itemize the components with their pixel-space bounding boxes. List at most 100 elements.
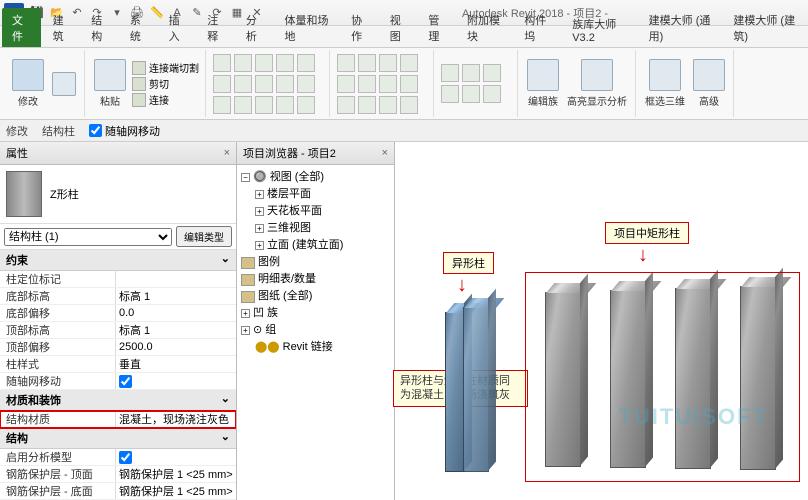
tab-struct[interactable]: 结构: [81, 8, 120, 47]
select-button[interactable]: [50, 70, 78, 98]
base-level-input[interactable]: [119, 288, 233, 304]
tree-views[interactable]: −🔘视图 (全部): [241, 169, 390, 186]
optbar-structcol[interactable]: 结构柱: [42, 123, 75, 139]
tree-groups[interactable]: +⊙组: [241, 322, 390, 339]
close-icon[interactable]: ×: [382, 147, 388, 159]
cut-button[interactable]: 剪切: [132, 76, 199, 91]
base-offset-input[interactable]: [119, 305, 233, 321]
tool-icon[interactable]: [337, 54, 355, 72]
tab-comp[interactable]: 构件坞: [514, 8, 562, 47]
column-rect[interactable]: [675, 288, 711, 469]
join-button[interactable]: 连接: [132, 92, 199, 107]
tool-icon[interactable]: [358, 96, 376, 114]
struct-mat-input[interactable]: [119, 411, 233, 427]
top-level-input[interactable]: [119, 322, 233, 338]
properties-body[interactable]: 约束⌄ 柱定位标记 底部标高 底部偏移 顶部标高 顶部偏移 柱样式 随轴网移动 …: [0, 250, 236, 500]
modify-button[interactable]: 修改: [10, 57, 46, 110]
tab-annot[interactable]: 注释: [197, 8, 236, 47]
tool-icon[interactable]: [400, 96, 418, 114]
move-with-grid-checkbox[interactable]: [89, 124, 102, 137]
tree-sheets[interactable]: 图纸 (全部): [241, 288, 390, 305]
edit-family-button[interactable]: 编辑族: [525, 57, 561, 110]
tree-sched[interactable]: 明细表/数量: [241, 271, 390, 288]
tool-icon[interactable]: [234, 96, 252, 114]
tool-icon[interactable]: [276, 75, 294, 93]
rebar-top-input[interactable]: [119, 466, 233, 482]
box3d-button[interactable]: 框选三维: [643, 57, 687, 110]
tool-icon[interactable]: [255, 54, 273, 72]
type-selector[interactable]: 结构柱 (1): [4, 228, 172, 246]
tool-icon[interactable]: [255, 96, 273, 114]
tab-arch[interactable]: 建筑: [43, 8, 82, 47]
column-rect[interactable]: [545, 292, 581, 467]
tool-icon[interactable]: [234, 54, 252, 72]
section-structural[interactable]: 结构⌄: [0, 428, 236, 449]
tab-view[interactable]: 视图: [380, 8, 419, 47]
tree-ceiling[interactable]: +天花板平面: [241, 203, 390, 220]
tool-icon[interactable]: [462, 85, 480, 103]
tool-icon[interactable]: [483, 64, 501, 82]
close-icon[interactable]: ×: [224, 147, 230, 159]
tool-icon[interactable]: [213, 96, 231, 114]
tool-icon[interactable]: [379, 54, 397, 72]
tool-icon[interactable]: [483, 85, 501, 103]
tool-icon[interactable]: [276, 96, 294, 114]
tool-icon[interactable]: [234, 75, 252, 93]
tab-model1[interactable]: 建模大师 (通用): [639, 8, 724, 47]
tab-insert[interactable]: 插入: [159, 8, 198, 47]
cut-clip-button[interactable]: 连接端切割: [132, 60, 199, 75]
tab-file[interactable]: 文件: [2, 8, 41, 47]
paste-button[interactable]: 粘贴: [92, 57, 128, 110]
tool-icon[interactable]: [213, 54, 231, 72]
tool-icon[interactable]: [297, 96, 315, 114]
tab-model2[interactable]: 建模大师 (建筑): [723, 8, 808, 47]
tree-floor[interactable]: +楼层平面: [241, 186, 390, 203]
column-irregular[interactable]: [463, 307, 489, 472]
highlight-button[interactable]: 高亮显示分析: [565, 57, 629, 110]
tree-link[interactable]: ⬤⬤Revit 链接: [241, 339, 390, 356]
tab-manage[interactable]: 管理: [418, 8, 457, 47]
tool-icon[interactable]: [255, 75, 273, 93]
tab-fam[interactable]: 族库大师V3.2: [562, 12, 638, 47]
tree-elev[interactable]: +立面 (建筑立面): [241, 237, 390, 254]
section-materials[interactable]: 材质和装饰⌄: [0, 390, 236, 411]
tool-icon[interactable]: [213, 75, 231, 93]
tab-analyze[interactable]: 分析: [236, 8, 275, 47]
tool-icon[interactable]: [297, 75, 315, 93]
top-offset-input[interactable]: [119, 339, 233, 355]
tool-icon[interactable]: [400, 54, 418, 72]
tool-icon[interactable]: [441, 64, 459, 82]
tool-icon[interactable]: [462, 64, 480, 82]
advanced-button[interactable]: 高级: [691, 57, 727, 110]
col-style-input[interactable]: [119, 356, 233, 372]
edit-type-button[interactable]: 编辑类型: [176, 226, 232, 247]
tool-icon[interactable]: [358, 75, 376, 93]
tool-icon[interactable]: [379, 96, 397, 114]
tree-legend[interactable]: 图例: [241, 254, 390, 271]
section-constraints[interactable]: 约束⌄: [0, 250, 236, 271]
enable-model-checkbox[interactable]: [119, 451, 132, 464]
tool-icon[interactable]: [337, 96, 355, 114]
tree-3d[interactable]: +三维视图: [241, 220, 390, 237]
tool-icon[interactable]: [358, 54, 376, 72]
tool-icon[interactable]: [400, 75, 418, 93]
viewport-3d[interactable]: 异形柱与矩形柱材质同 为混凝土，现场浇筑灰 异形柱 ↓ 项目中矩形柱 ↓ TUI…: [395, 142, 808, 500]
tool-icon[interactable]: [297, 54, 315, 72]
tool-icon[interactable]: [441, 85, 459, 103]
tab-mass[interactable]: 体量和场地: [274, 8, 341, 47]
rebar-bot-input[interactable]: [119, 483, 233, 499]
column-rect[interactable]: [740, 286, 776, 470]
tree-families[interactable]: +凹族: [241, 305, 390, 322]
label-irregular-column: 异形柱: [443, 252, 494, 274]
column-rect[interactable]: [610, 290, 646, 468]
tab-sys[interactable]: 系统: [120, 8, 159, 47]
move-with-grid-check[interactable]: 随轴网移动: [89, 123, 160, 139]
tool-icon[interactable]: [337, 75, 355, 93]
tool-icon[interactable]: [276, 54, 294, 72]
column-irregular[interactable]: [445, 312, 465, 472]
tool-icon[interactable]: [379, 75, 397, 93]
tab-collab[interactable]: 协作: [341, 8, 380, 47]
optbar-modify[interactable]: 修改: [6, 123, 28, 139]
move-grid-checkbox[interactable]: [119, 375, 132, 388]
tab-addin[interactable]: 附加模块: [457, 8, 514, 47]
